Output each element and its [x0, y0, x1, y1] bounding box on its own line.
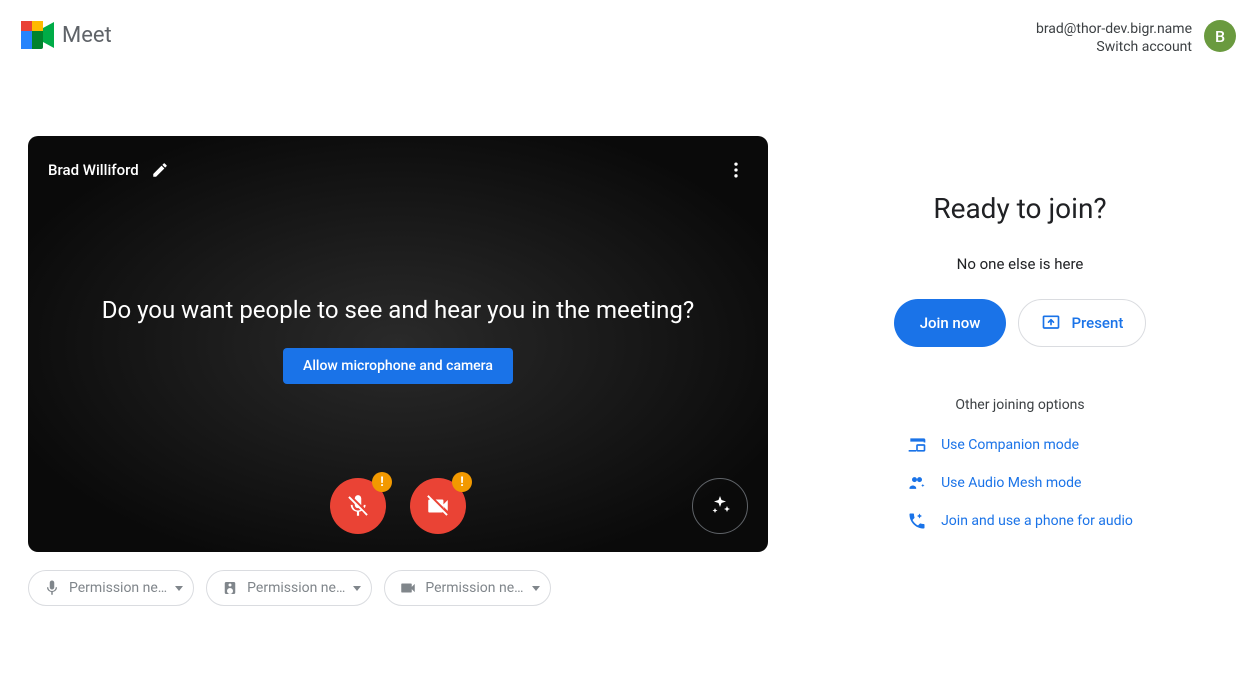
app-header: Meet brad@thor-dev.bigr.name Switch acco…	[0, 0, 1260, 56]
mic-device-label: Permission ne…	[69, 580, 167, 596]
brand-name: Meet	[62, 23, 112, 48]
ready-heading: Ready to join?	[933, 192, 1106, 225]
phone-icon	[907, 511, 927, 531]
camera-toggle-button[interactable]: !	[410, 478, 466, 534]
camera-device-select[interactable]: Permission ne…	[384, 570, 550, 606]
companion-label: Use Companion mode	[941, 437, 1079, 453]
present-label: Present	[1071, 314, 1123, 332]
mic-icon	[43, 579, 61, 597]
mic-device-select[interactable]: Permission ne…	[28, 570, 194, 606]
speaker-device-select[interactable]: Permission ne…	[206, 570, 372, 606]
permission-prompt: Do you want people to see and hear you i…	[102, 296, 695, 324]
phone-label: Join and use a phone for audio	[941, 513, 1133, 529]
mic-toggle-button[interactable]: !	[330, 478, 386, 534]
account-email: brad@thor-dev.bigr.name	[1036, 20, 1192, 38]
mic-off-icon	[345, 493, 371, 519]
camera-warning-badge: !	[452, 472, 472, 492]
mic-warning-badge: !	[372, 472, 392, 492]
other-options-heading: Other joining options	[955, 397, 1084, 413]
avatar[interactable]: B	[1204, 20, 1236, 52]
camera-off-icon	[425, 493, 451, 519]
speaker-device-label: Permission ne…	[247, 580, 345, 596]
account-area: brad@thor-dev.bigr.name Switch account B	[1036, 20, 1236, 56]
audiomesh-label: Use Audio Mesh mode	[941, 475, 1081, 491]
switch-account-link[interactable]: Switch account	[1036, 38, 1192, 56]
present-icon	[1041, 313, 1061, 333]
allow-mic-camera-button[interactable]: Allow microphone and camera	[283, 348, 513, 384]
group-audio-icon	[907, 473, 927, 493]
chevron-down-icon	[532, 586, 540, 591]
companion-mode-link[interactable]: Use Companion mode	[907, 435, 1079, 455]
join-now-button[interactable]: Join now	[894, 299, 1007, 347]
meet-logo-icon	[20, 20, 56, 50]
sparkle-icon	[708, 494, 732, 518]
presence-text: No one else is here	[957, 255, 1084, 273]
self-name: Brad Williford	[48, 161, 139, 179]
camera-icon	[399, 579, 417, 597]
join-panel: Ready to join? No one else is here Join …	[808, 136, 1232, 606]
present-button[interactable]: Present	[1018, 299, 1146, 347]
self-name-row: Brad Williford	[48, 161, 169, 179]
edit-name-icon[interactable]	[151, 161, 169, 179]
more-options-icon[interactable]	[724, 158, 748, 182]
camera-device-label: Permission ne…	[425, 580, 523, 596]
visual-effects-button[interactable]	[692, 478, 748, 534]
speaker-icon	[221, 579, 239, 597]
chevron-down-icon	[175, 586, 183, 591]
video-preview: Brad Williford Do you want people to see…	[28, 136, 768, 552]
phone-audio-link[interactable]: Join and use a phone for audio	[907, 511, 1133, 531]
audio-mesh-link[interactable]: Use Audio Mesh mode	[907, 473, 1081, 493]
devices-icon	[907, 435, 927, 455]
brand[interactable]: Meet	[20, 20, 112, 50]
device-selectors: Permission ne… Permission ne… Permission…	[28, 570, 768, 606]
chevron-down-icon	[353, 586, 361, 591]
